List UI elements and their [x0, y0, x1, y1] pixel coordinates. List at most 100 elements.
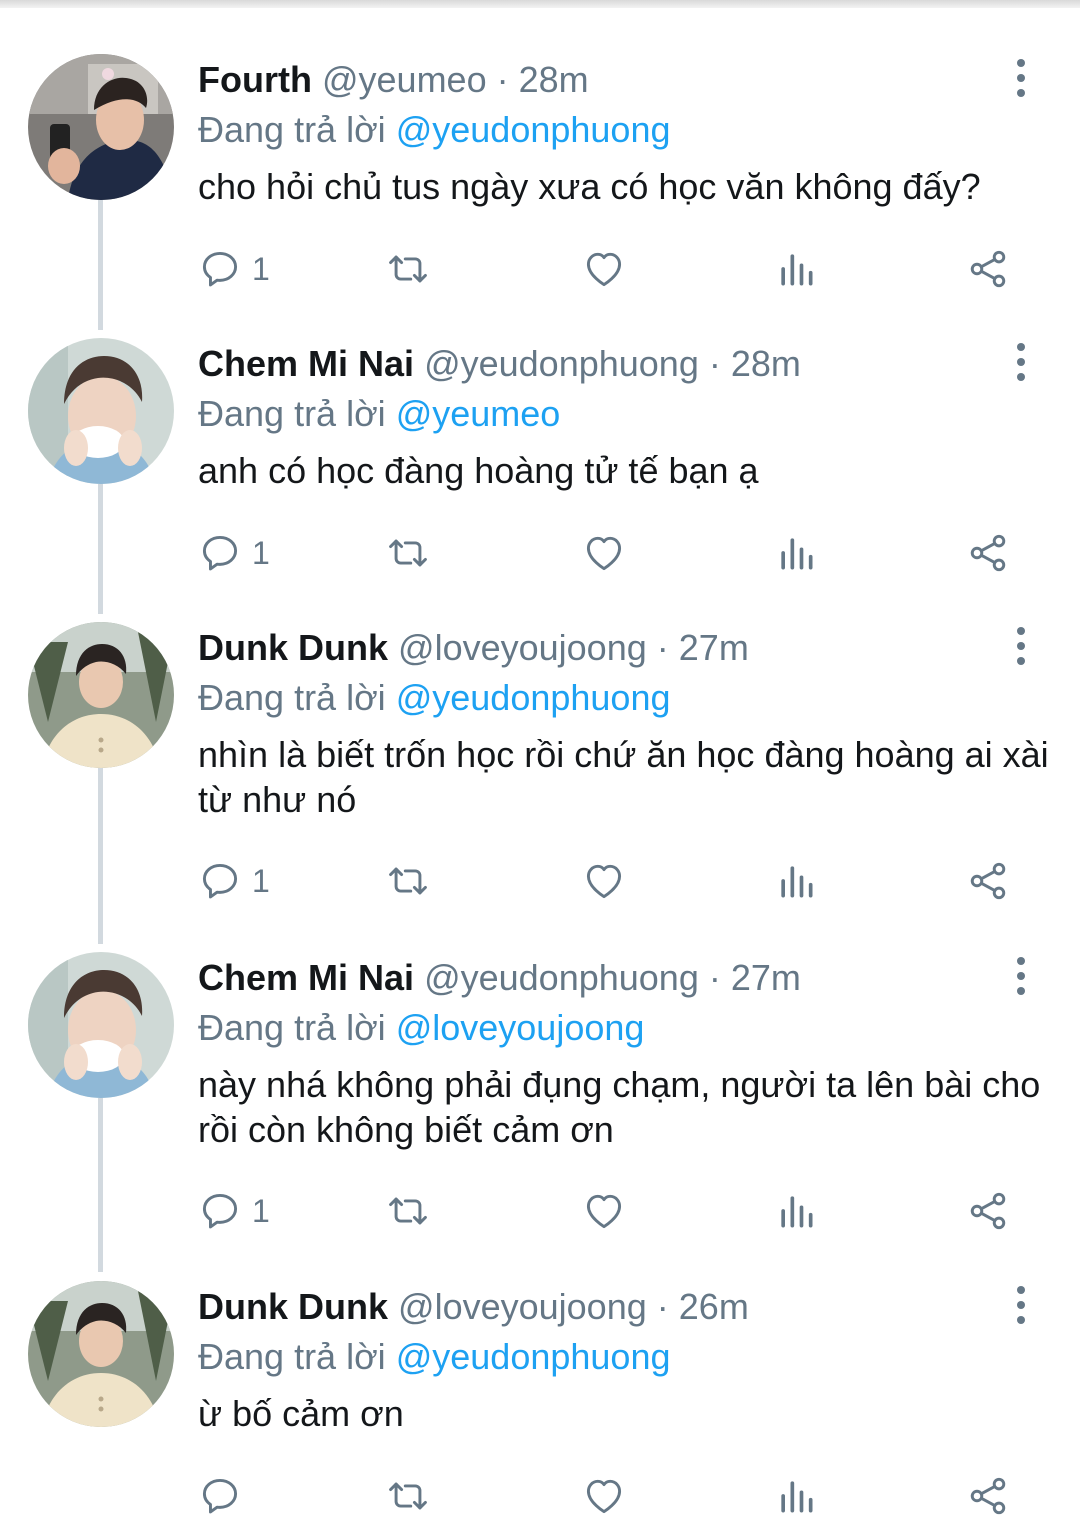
like-button[interactable] [582, 528, 626, 578]
reply-count: 1 [252, 535, 270, 571]
user-handle[interactable]: @yeudonphuong [424, 343, 699, 384]
reply-button[interactable]: 1 [198, 1186, 270, 1236]
share-button[interactable] [966, 244, 1010, 294]
display-name[interactable]: Dunk Dunk [198, 627, 388, 668]
avatar[interactable] [28, 1281, 174, 1427]
avatar[interactable] [28, 338, 174, 484]
like-button[interactable] [582, 1186, 626, 1236]
reply-count: 1 [252, 863, 270, 899]
retweet-icon [386, 247, 430, 291]
reply-button[interactable]: 1 [198, 856, 270, 906]
like-button[interactable] [582, 244, 626, 294]
display-name[interactable]: Dunk Dunk [198, 1286, 388, 1327]
bar-chart-icon [774, 1189, 818, 1233]
reply-bubble-icon [198, 1189, 242, 1233]
replying-to: Đang trả lời @yeudonphuong [198, 674, 670, 722]
timestamp[interactable]: 27m [679, 627, 749, 668]
tweet[interactable]: Dunk Dunk @loveyoujoong · 27m Đang trả l… [0, 622, 1080, 912]
separator-dot: · [656, 627, 669, 668]
reply-bubble-icon [198, 247, 242, 291]
vertical-dots-icon[interactable] [1004, 1285, 1038, 1325]
vertical-dots-icon[interactable] [1004, 626, 1038, 666]
user-handle[interactable]: @yeudonphuong [424, 957, 699, 998]
mention-link[interactable]: @yeudonphuong [396, 677, 671, 718]
tweet[interactable]: Fourth @yeumeo · 28m Đang trả lời @yeudo… [0, 54, 1080, 304]
analytics-button[interactable] [774, 1471, 818, 1521]
tweet[interactable]: Dunk Dunk @loveyoujoong · 26m Đang trả l… [0, 1281, 1080, 1531]
mention-link[interactable]: @loveyoujoong [396, 1007, 645, 1048]
mention-link[interactable]: @yeudonphuong [396, 1336, 671, 1377]
retweet-button[interactable] [386, 1186, 430, 1236]
bar-chart-icon [774, 859, 818, 903]
timestamp[interactable]: 28m [519, 59, 589, 100]
vertical-dots-icon[interactable] [1004, 342, 1038, 382]
avatar[interactable] [28, 54, 174, 200]
tweet-header: Dunk Dunk @loveyoujoong · 27m [198, 624, 749, 672]
replying-label: Đang trả lời [198, 393, 386, 434]
avatar[interactable] [28, 622, 174, 768]
tweet-header: Chem Mi Nai @yeudonphuong · 27m [198, 954, 801, 1002]
avatar[interactable] [28, 952, 174, 1098]
like-button[interactable] [582, 856, 626, 906]
tweet-text: ừ bố cảm ơn [198, 1393, 404, 1434]
user-handle[interactable]: @loveyoujoong [398, 1286, 647, 1327]
action-bar: 1 [198, 244, 1028, 294]
tweet[interactable]: Chem Mi Nai @yeudonphuong · 28m Đang trả… [0, 338, 1080, 588]
share-icon [966, 859, 1010, 903]
separator-dot: · [708, 343, 721, 384]
tweet-header: Fourth @yeumeo · 28m [198, 56, 589, 104]
analytics-button[interactable] [774, 856, 818, 906]
analytics-button[interactable] [774, 244, 818, 294]
display-name[interactable]: Chem Mi Nai [198, 343, 414, 384]
heart-icon [582, 247, 626, 291]
share-button[interactable] [966, 1471, 1010, 1521]
reply-count: 1 [252, 251, 270, 287]
timestamp[interactable]: 28m [731, 343, 801, 384]
share-button[interactable] [966, 1186, 1010, 1236]
retweet-icon [386, 859, 430, 903]
timestamp[interactable]: 26m [679, 1286, 749, 1327]
reply-button[interactable]: 1 [198, 528, 270, 578]
action-bar: 1 [198, 528, 1028, 578]
mention-link[interactable]: @yeudonphuong [396, 109, 671, 150]
reply-bubble-icon [198, 531, 242, 575]
display-name[interactable]: Chem Mi Nai [198, 957, 414, 998]
retweet-button[interactable] [386, 1471, 430, 1521]
user-handle[interactable]: @loveyoujoong [398, 627, 647, 668]
reply-bubble-icon [198, 859, 242, 903]
replying-label: Đang trả lời [198, 1007, 386, 1048]
share-icon [966, 1474, 1010, 1518]
share-button[interactable] [966, 528, 1010, 578]
share-button[interactable] [966, 856, 1010, 906]
timestamp[interactable]: 27m [731, 957, 801, 998]
reply-button[interactable] [198, 1471, 252, 1521]
replying-label: Đang trả lời [198, 109, 386, 150]
heart-icon [582, 531, 626, 575]
retweet-button[interactable] [386, 244, 430, 294]
retweet-icon [386, 1474, 430, 1518]
display-name[interactable]: Fourth [198, 59, 312, 100]
analytics-button[interactable] [774, 1186, 818, 1236]
retweet-button[interactable] [386, 856, 430, 906]
retweet-button[interactable] [386, 528, 430, 578]
action-bar: 1 [198, 856, 1028, 906]
replying-to: Đang trả lời @yeudonphuong [198, 1333, 670, 1381]
heart-icon [582, 1474, 626, 1518]
like-button[interactable] [582, 1471, 626, 1521]
tweet-text: cho hỏi chủ tus ngày xưa có học văn khôn… [198, 166, 981, 207]
top-divider [0, 0, 1080, 8]
user-handle[interactable]: @yeumeo [322, 59, 487, 100]
analytics-button[interactable] [774, 528, 818, 578]
tweet[interactable]: Chem Mi Nai @yeudonphuong · 27m Đang trả… [0, 952, 1080, 1242]
reply-button[interactable]: 1 [198, 244, 270, 294]
reply-count: 1 [252, 1193, 270, 1229]
vertical-dots-icon[interactable] [1004, 956, 1038, 996]
mention-link[interactable]: @yeumeo [396, 393, 561, 434]
replying-label: Đang trả lời [198, 677, 386, 718]
heart-icon [582, 1189, 626, 1233]
tweet-header: Chem Mi Nai @yeudonphuong · 28m [198, 340, 801, 388]
tweet-text: này nhá không phải đụng chạm, người ta l… [198, 1064, 1041, 1150]
heart-icon [582, 859, 626, 903]
vertical-dots-icon[interactable] [1004, 58, 1038, 98]
tweet-text: nhìn là biết trốn học rồi chứ ăn học đàn… [198, 734, 1049, 820]
